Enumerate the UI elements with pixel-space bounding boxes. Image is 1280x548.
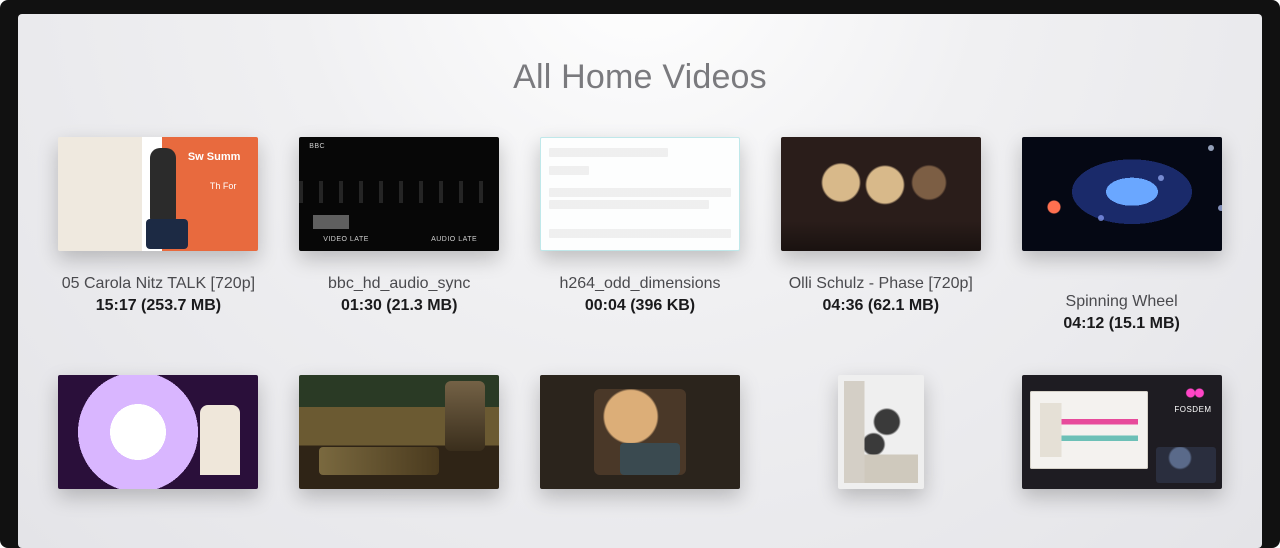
- video-meta: Spinning Wheel 04:12 (15.1 MB): [1063, 291, 1180, 333]
- video-detail: 01:30 (21.3 MB): [328, 297, 470, 315]
- video-thumbnail[interactable]: [781, 137, 981, 251]
- video-detail: 15:17 (253.7 MB): [62, 297, 255, 315]
- thumb-decoration: [549, 148, 668, 157]
- video-meta: 05 Carola Nitz TALK [720p] 15:17 (253.7 …: [62, 273, 255, 315]
- thumb-overlay-text: Th For: [210, 181, 237, 191]
- video-item[interactable]: [540, 375, 741, 489]
- video-thumbnail[interactable]: [838, 375, 924, 489]
- tv-bezel: All Home Videos Sw Summ Th For 05 Carola…: [0, 0, 1280, 548]
- video-name: bbc_hd_audio_sync: [328, 273, 470, 295]
- video-duration: 01:30: [341, 297, 382, 314]
- video-name: Spinning Wheel: [1063, 291, 1180, 313]
- video-size: 21.3 MB: [392, 297, 452, 314]
- video-item[interactable]: h264_odd_dimensions 00:04 (396 KB): [540, 137, 741, 333]
- video-thumbnail[interactable]: BBC VIDEO LATE AUDIO LATE: [299, 137, 499, 251]
- video-size: 15.1 MB: [1114, 315, 1174, 332]
- video-item[interactable]: BBC VIDEO LATE AUDIO LATE bbc_hd_audio_s…: [299, 137, 500, 333]
- thumb-overlay-text: VIDEO LATE: [323, 236, 369, 243]
- thumb-overlay-text: FOSDEM: [1174, 405, 1211, 414]
- thumb-overlay-text: AUDIO LATE: [431, 236, 477, 243]
- video-item[interactable]: Spinning Wheel 04:12 (15.1 MB): [1021, 137, 1222, 333]
- video-detail: 04:36 (62.1 MB): [789, 297, 973, 315]
- video-size: 253.7 MB: [146, 297, 215, 314]
- video-thumbnail[interactable]: [540, 375, 740, 489]
- video-meta: Olli Schulz - Phase [720p] 04:36 (62.1 M…: [789, 273, 973, 315]
- video-meta: bbc_hd_audio_sync 01:30 (21.3 MB): [328, 273, 470, 315]
- thumb-decoration: [549, 166, 589, 175]
- video-detail: 00:04 (396 KB): [559, 297, 720, 315]
- video-meta: h264_odd_dimensions 00:04 (396 KB): [559, 273, 720, 315]
- video-duration: 00:04: [585, 297, 626, 314]
- video-name: Olli Schulz - Phase [720p]: [789, 273, 973, 295]
- video-thumbnail[interactable]: Sw Summ Th For: [58, 137, 258, 251]
- page-title: All Home Videos: [18, 58, 1262, 97]
- video-size: 62.1 MB: [873, 297, 933, 314]
- video-thumbnail[interactable]: [299, 375, 499, 489]
- screen: All Home Videos Sw Summ Th For 05 Carola…: [18, 14, 1262, 548]
- video-item[interactable]: [780, 375, 981, 489]
- video-thumbnail[interactable]: [1022, 137, 1222, 251]
- thumb-overlay-text: BBC: [309, 143, 325, 150]
- video-duration: 04:36: [823, 297, 864, 314]
- thumb-decoration: [549, 188, 731, 197]
- video-detail: 04:12 (15.1 MB): [1063, 315, 1180, 333]
- video-duration: 15:17: [96, 297, 137, 314]
- thumb-decoration: [549, 229, 731, 238]
- video-name: h264_odd_dimensions: [559, 273, 720, 295]
- video-name: 05 Carola Nitz TALK [720p]: [62, 273, 255, 295]
- thumb-overlay-text: Sw Summ: [188, 151, 241, 163]
- video-item[interactable]: [299, 375, 500, 489]
- video-thumbnail[interactable]: [540, 137, 740, 251]
- thumb-decoration: [1184, 387, 1206, 399]
- video-grid: Sw Summ Th For 05 Carola Nitz TALK [720p…: [18, 97, 1262, 489]
- video-size: 396 KB: [636, 297, 690, 314]
- video-item[interactable]: Sw Summ Th For 05 Carola Nitz TALK [720p…: [58, 137, 259, 333]
- thumb-decoration: [549, 200, 709, 209]
- thumb-decoration: [1156, 447, 1216, 483]
- video-item[interactable]: FOSDEM: [1021, 375, 1222, 489]
- video-thumbnail[interactable]: FOSDEM: [1022, 375, 1222, 489]
- video-item[interactable]: Olli Schulz - Phase [720p] 04:36 (62.1 M…: [780, 137, 981, 333]
- video-item[interactable]: [58, 375, 259, 489]
- video-duration: 04:12: [1063, 315, 1104, 332]
- video-thumbnail[interactable]: [58, 375, 258, 489]
